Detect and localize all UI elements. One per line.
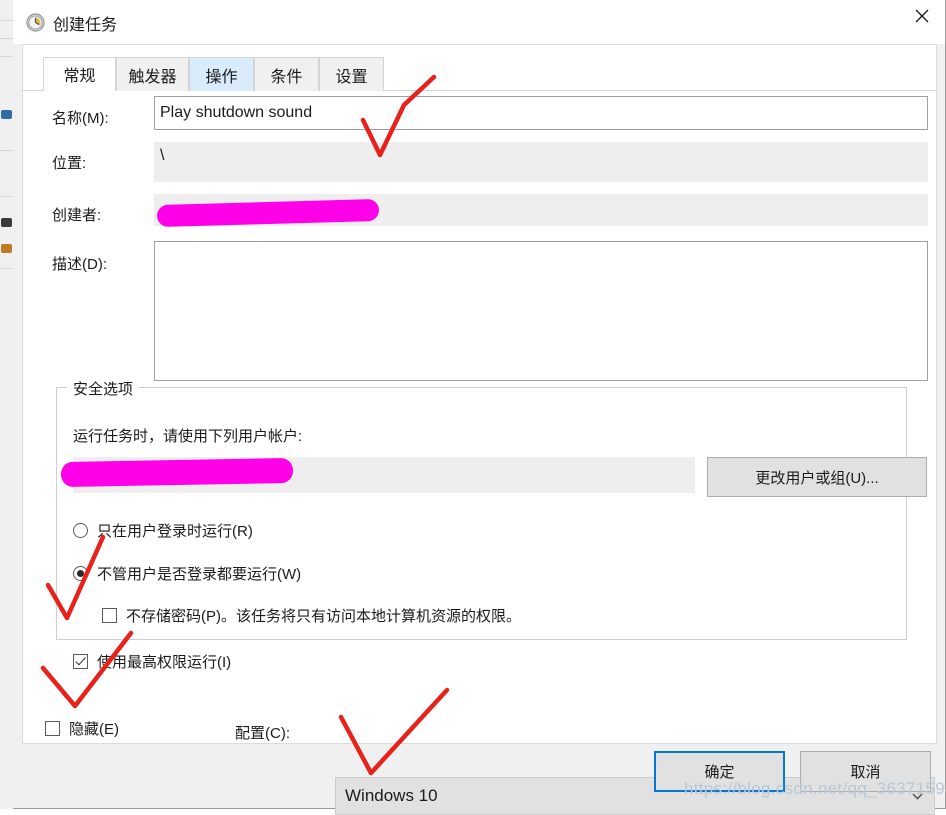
location-value: \ — [154, 142, 928, 182]
checkbox-do-not-store-password[interactable]: 不存储密码(P)。该任务将只有访问本地计算机资源的权限。 — [102, 605, 521, 626]
security-options-legend: 安全选项 — [67, 378, 140, 399]
location-label: 位置: — [52, 155, 87, 172]
dialog-client-area: 常规 触发器 操作 条件 设置 名称(M): 位置: \ 创建者: 描述(D):… — [22, 44, 937, 815]
checkbox-hidden-label: 隐藏(E) — [69, 721, 119, 738]
tab-actions[interactable]: 操作 — [189, 57, 254, 91]
change-user-or-group-label: 更改用户或组(U)... — [755, 469, 879, 487]
tab-strip: 常规 触发器 操作 条件 设置 — [23, 57, 936, 91]
author-label: 创建者: — [52, 207, 102, 224]
radio-run-whether-logged-on-label: 不管用户是否登录都要运行(W) — [97, 566, 302, 583]
checkbox-checked-icon — [73, 654, 88, 669]
general-tab-panel: 名称(M): 位置: \ 创建者: 描述(D): 安全选项 运行任务时，请使用下… — [23, 91, 936, 815]
tab-triggers-label: 触发器 — [128, 68, 177, 86]
description-textarea[interactable] — [154, 241, 928, 381]
radio-run-only-when-logged-on[interactable]: 只在用户登录时运行(R) — [73, 520, 253, 541]
tab-settings-label: 设置 — [335, 68, 368, 86]
checkbox-run-with-highest-privileges-label: 使用最高权限运行(I) — [97, 654, 232, 671]
radio-checked-icon — [73, 566, 88, 581]
tab-general[interactable]: 常规 — [43, 57, 116, 91]
tab-actions-label: 操作 — [205, 68, 238, 86]
tab-general-label: 常规 — [63, 68, 96, 85]
background-window-sliver — [0, 0, 14, 809]
radio-run-only-when-logged-on-label: 只在用户登录时运行(R) — [97, 523, 253, 540]
title-bar: 创建任务 — [13, 0, 945, 44]
account-prompt-label: 运行任务时，请使用下列用户帐户: — [73, 428, 303, 445]
tab-conditions-label: 条件 — [270, 68, 303, 86]
checkbox-hidden-unchecked-icon — [45, 721, 60, 736]
name-label: 名称(M): — [52, 110, 109, 127]
checkbox-hidden[interactable]: 隐藏(E) — [45, 718, 119, 739]
checkbox-do-not-store-password-label: 不存储密码(P)。该任务将只有访问本地计算机资源的权限。 — [126, 608, 521, 625]
radio-run-whether-logged-on[interactable]: 不管用户是否登录都要运行(W) — [73, 563, 301, 584]
change-user-or-group-button[interactable]: 更改用户或组(U)... — [707, 457, 927, 497]
close-button[interactable] — [899, 0, 945, 32]
checkbox-run-with-highest-privileges[interactable]: 使用最高权限运行(I) — [73, 651, 231, 672]
description-label: 描述(D): — [52, 256, 107, 273]
tab-conditions[interactable]: 条件 — [254, 57, 319, 91]
window-title: 创建任务 — [53, 17, 118, 34]
close-icon — [915, 9, 929, 23]
account-redaction — [60, 457, 294, 488]
checkbox-unchecked-icon — [102, 608, 117, 623]
radio-unchecked-icon — [73, 523, 88, 538]
tab-triggers[interactable]: 触发器 — [116, 57, 189, 91]
configure-label: 配置(C): — [235, 725, 290, 742]
tab-settings[interactable]: 设置 — [319, 57, 384, 91]
name-input[interactable] — [154, 96, 928, 130]
create-task-dialog: 创建任务 常规 触发器 操作 条件 设置 名称(M): 位置: \ 创建 — [13, 0, 946, 815]
watermark: https://blog.csdn.net/qq_36371594 — [684, 779, 946, 798]
clock-task-icon — [26, 13, 45, 32]
